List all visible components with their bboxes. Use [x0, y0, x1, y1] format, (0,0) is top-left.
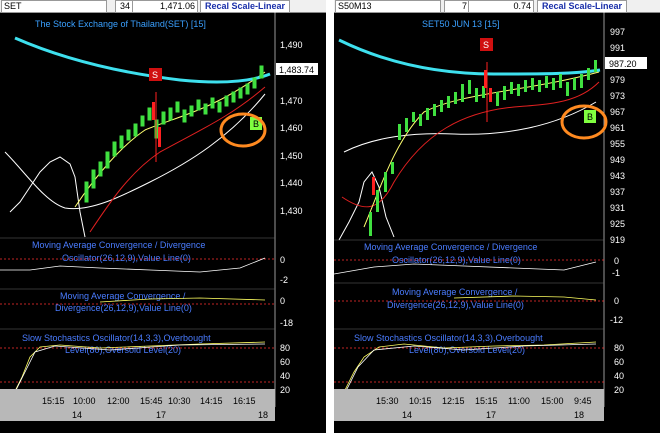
right-buy-signal-label: B — [587, 112, 593, 122]
left-day-label: 17 — [156, 410, 166, 420]
right-day-label: 14 — [402, 410, 412, 420]
left-stoch-tick: 60 — [280, 357, 290, 367]
left-macd2-label-line1: Moving Average Convergence / — [60, 291, 186, 301]
left-sell-signal-label: S — [152, 70, 158, 80]
right-price-tick: 991 — [610, 43, 625, 53]
right-price-tick: 967 — [610, 107, 625, 117]
left-day-label: 14 — [72, 410, 82, 420]
left-price-tick: 1,430 — [280, 206, 303, 216]
left-macd2-tick: -18 — [280, 318, 293, 328]
right-macd2-label-line2: Divergence(26,12,9),Value Line(0) — [387, 300, 524, 310]
left-sma-short-line — [74, 71, 266, 208]
left-time-label: 16:15 — [233, 396, 256, 406]
left-macd1-label-line2: Oscillator(26,12,9),Value Line(0) — [62, 253, 191, 263]
right-time-label: 9:45 — [574, 396, 592, 406]
left-macd1-label-line1: Moving Average Convergence / Divergence — [32, 240, 205, 250]
right-macd2-tick: -12 — [610, 315, 623, 325]
panel-separator — [326, 0, 334, 433]
right-price-tick: 949 — [610, 155, 625, 165]
left-price-tick: 1,440 — [280, 178, 303, 188]
right-chart-svg[interactable]: SET50 JUN 13 [15] 997 991 985 979 973 96… — [334, 12, 660, 433]
left-time-label: 15:15 — [42, 396, 65, 406]
right-macd2-tick: 0 — [614, 296, 619, 306]
left-sma-slow-line — [4, 93, 266, 210]
left-sma-long-line — [14, 36, 271, 84]
right-day-label: 18 — [574, 410, 584, 420]
right-macd1-tick: -1 — [612, 268, 620, 278]
right-time-label: 10:15 — [409, 396, 432, 406]
right-stoch-tick: 60 — [614, 357, 624, 367]
right-macd2-label-line1: Moving Average Convergence / — [392, 287, 518, 297]
left-day-label: 18 — [258, 410, 268, 420]
left-price-tick: 1,460 — [280, 123, 303, 133]
left-time-label: 10:00 — [73, 396, 96, 406]
left-chart-panel: SET 34 1,471.06 Recal Scale-Linear The S… — [0, 0, 326, 433]
right-price-tick: 997 — [610, 27, 625, 37]
right-time-label: 15:30 — [376, 396, 399, 406]
right-price-tick: 955 — [610, 139, 625, 149]
right-macd1-tick: 0 — [614, 256, 619, 266]
right-last-price: 987.20 — [609, 59, 637, 69]
right-price-tick: 919 — [610, 235, 625, 245]
right-stoch-tick: 80 — [614, 343, 624, 353]
right-price-tick: 937 — [610, 187, 625, 197]
right-time-label: 12:15 — [442, 396, 465, 406]
left-last-price: 1,483.74 — [279, 65, 314, 75]
left-time-label: 12:00 — [107, 396, 130, 406]
left-stoch-tick: 20 — [280, 385, 290, 395]
left-time-label: 15:45 — [140, 396, 163, 406]
left-price-tick: 1,470 — [280, 96, 303, 106]
left-buy-signal-label: B — [253, 119, 259, 129]
right-price-tick: 943 — [610, 171, 625, 181]
right-stoch-tick: 40 — [614, 371, 624, 381]
left-price-tick: 1,490 — [280, 40, 303, 50]
right-sma-long-line — [338, 38, 601, 76]
right-chart-title: SET50 JUN 13 [15] — [422, 19, 500, 29]
right-stoch-tick: 20 — [614, 385, 624, 395]
right-time-label: 15:00 — [541, 396, 564, 406]
right-sell-signal-label: S — [483, 40, 489, 50]
left-candles — [84, 65, 264, 203]
right-time-label: 11:00 — [508, 396, 530, 406]
left-macd1-tick: -2 — [280, 275, 288, 285]
right-candles-down — [372, 70, 492, 195]
right-stoch-label-line1: Slow Stochastics Oscillator(14,3,3),Over… — [354, 333, 543, 343]
left-time-label: 14:15 — [200, 396, 223, 406]
right-sma-short-line — [363, 71, 600, 228]
right-price-tick: 931 — [610, 203, 625, 213]
right-time-label: 15:15 — [475, 396, 498, 406]
right-candles — [369, 60, 597, 236]
left-price-tick: 1,450 — [280, 151, 303, 161]
right-day-label: 17 — [486, 410, 496, 420]
right-sma-slow-line — [343, 101, 597, 153]
left-stoch-label-line1: Slow Stochastics Oscillator(14,3,3),Over… — [22, 333, 211, 343]
right-chart-panel: S50M13 7 0.74 Recal Scale-Linear SET50 J… — [334, 0, 660, 433]
left-macd1-tick: 0 — [280, 255, 285, 265]
left-stoch-tick: 40 — [280, 371, 290, 381]
left-stoch-tick: 80 — [280, 343, 290, 353]
left-chart-svg[interactable]: The Stock Exchange of Thailand(SET) [15]… — [0, 12, 326, 433]
right-price-tick: 973 — [610, 91, 625, 101]
right-price-tick: 925 — [610, 219, 625, 229]
left-chart-title: The Stock Exchange of Thailand(SET) [15] — [35, 19, 206, 29]
left-macd2-tick: 0 — [280, 296, 285, 306]
left-macd2-label-line2: Divergence(26,12,9),Value Line(0) — [55, 303, 192, 313]
right-sma-mid-line — [341, 81, 600, 208]
right-price-tick: 961 — [610, 123, 625, 133]
right-macd1-label-line1: Moving Average Convergence / Divergence — [364, 242, 537, 252]
right-price-tick: 979 — [610, 75, 625, 85]
left-time-label: 10:30 — [168, 396, 191, 406]
